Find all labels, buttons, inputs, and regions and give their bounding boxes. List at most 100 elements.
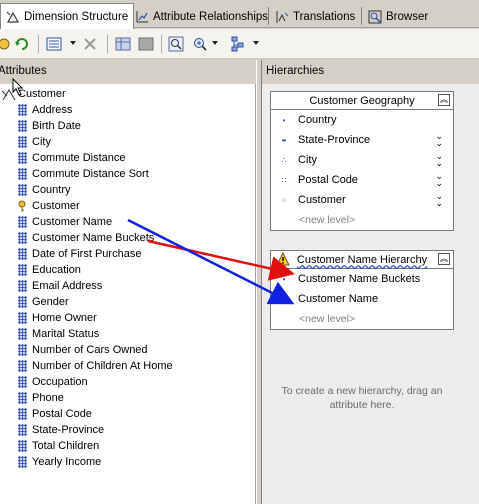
list-item[interactable]: Gender bbox=[18, 294, 173, 310]
attribute-label: Education bbox=[32, 264, 81, 276]
hierarchy-level[interactable]: • Country bbox=[271, 110, 453, 130]
hierarchy-level[interactable]: ∷ Postal Code ⌄ ⌄ bbox=[271, 170, 453, 190]
relationship-chevron-icon: ⌄ ⌄ bbox=[435, 191, 443, 208]
new-hierarchy-hint: To create a new hierarchy, drag an attri… bbox=[281, 385, 443, 411]
attribute-label: Gender bbox=[32, 296, 69, 308]
browser-icon bbox=[368, 10, 382, 24]
level-label: Customer bbox=[298, 194, 346, 206]
tab-separator bbox=[268, 7, 269, 25]
chevron-down-icon[interactable] bbox=[212, 41, 218, 45]
attribute-label: Marital Status bbox=[32, 328, 100, 340]
tab-browser[interactable]: Browser bbox=[363, 6, 433, 28]
level-label: Postal Code bbox=[298, 174, 358, 186]
list-item[interactable]: Phone bbox=[18, 390, 173, 406]
tab-label: Attribute Relationships bbox=[153, 11, 269, 23]
attribute-label: Address bbox=[32, 104, 73, 116]
relationship-chevron-icon: ⌄ ⌄ bbox=[435, 151, 443, 168]
tab-separator bbox=[361, 7, 362, 25]
level-1-icon: • bbox=[282, 274, 286, 284]
process-icon[interactable] bbox=[0, 36, 12, 52]
list-item[interactable]: Commute Distance bbox=[18, 150, 173, 166]
list-item[interactable]: Occupation bbox=[18, 374, 173, 390]
list-item[interactable]: Address bbox=[18, 102, 173, 118]
tab-translations[interactable]: Translations bbox=[270, 6, 360, 28]
attribute-icon bbox=[18, 392, 27, 404]
hide-table-icon[interactable] bbox=[138, 36, 154, 52]
attribute-icon bbox=[18, 296, 27, 308]
list-item[interactable]: Email Address bbox=[18, 278, 173, 294]
zoom-icon[interactable] bbox=[168, 36, 184, 52]
list-item[interactable]: Number of Children At Home bbox=[18, 358, 173, 374]
list-item[interactable]: Date of First Purchase bbox=[18, 246, 173, 262]
zoom-options-icon[interactable] bbox=[192, 36, 208, 52]
tab-label: Dimension Structure bbox=[24, 10, 129, 23]
attribute-label: Email Address bbox=[32, 280, 103, 292]
level-label: State-Province bbox=[298, 134, 371, 146]
new-level-placeholder[interactable]: <new level> bbox=[271, 309, 453, 329]
attribute-label: City bbox=[32, 136, 51, 148]
level-label: Country bbox=[298, 114, 337, 126]
hierarchy-level[interactable]: •• Customer Name bbox=[271, 289, 453, 309]
warning-icon bbox=[276, 251, 290, 266]
tab-dimension-structure[interactable]: Dimension Structure bbox=[0, 3, 135, 29]
new-level-placeholder[interactable]: <new level> bbox=[271, 210, 453, 230]
hierarchy-customer-name[interactable]: Customer Name Hierarchy ︽ • Customer Nam… bbox=[270, 250, 454, 330]
list-item[interactable]: Customer Name Buckets bbox=[18, 230, 173, 246]
hierarchies-pane-header: Hierarchies bbox=[262, 60, 479, 84]
tab-label: Browser bbox=[386, 11, 429, 23]
attribute-icon bbox=[18, 216, 27, 228]
list-item[interactable]: Country bbox=[18, 182, 173, 198]
attribute-label: Postal Code bbox=[32, 408, 92, 420]
attribute-icon bbox=[18, 248, 27, 260]
attribute-icon bbox=[18, 456, 27, 468]
list-item[interactable]: Customer bbox=[18, 198, 173, 214]
refresh-icon[interactable] bbox=[14, 36, 30, 52]
designer-tab-bar: Dimension Structure Attribute Relationsh… bbox=[0, 0, 479, 29]
hierarchy-level[interactable]: •• State-Province ⌄ ⌄ bbox=[271, 130, 453, 150]
attribute-label: Commute Distance Sort bbox=[32, 168, 149, 180]
hierarchy-title[interactable]: Customer Name Hierarchy ︽ bbox=[271, 251, 453, 269]
list-item[interactable]: Marital Status bbox=[18, 326, 173, 342]
list-item[interactable]: Commute Distance Sort bbox=[18, 166, 173, 182]
hierarchy-customer-geography[interactable]: Customer Geography ︽ • Country •• State-… bbox=[270, 91, 454, 231]
attribute-label: Number of Cars Owned bbox=[32, 344, 148, 356]
attribute-icon bbox=[18, 376, 27, 388]
hierarchy-level[interactable]: • Customer Name Buckets bbox=[271, 269, 453, 289]
relationship-chevron-icon: ⌄ ⌄ bbox=[435, 171, 443, 188]
attribute-label: State-Province bbox=[32, 424, 105, 436]
chevron-down-icon[interactable] bbox=[253, 41, 259, 45]
level-label: Customer Name Buckets bbox=[298, 273, 421, 285]
list-item[interactable]: Yearly Income bbox=[18, 454, 173, 470]
new-hierarchy-icon[interactable] bbox=[46, 36, 62, 52]
level-2-icon: •• bbox=[281, 135, 287, 145]
list-item[interactable]: Customer Name bbox=[18, 214, 173, 230]
list-item[interactable]: Birth Date bbox=[18, 118, 173, 134]
list-item[interactable]: Postal Code bbox=[18, 406, 173, 422]
collapse-chevron-icon[interactable]: ︽ bbox=[438, 94, 450, 106]
dimension-root-label: Customer bbox=[18, 88, 66, 100]
toolbar-separator bbox=[38, 35, 39, 53]
list-item[interactable]: Education bbox=[18, 262, 173, 278]
hierarchy-level[interactable]: ∴ City ⌄ ⌄ bbox=[271, 150, 453, 170]
hierarchy-title[interactable]: Customer Geography ︽ bbox=[271, 92, 453, 110]
list-item[interactable]: Number of Cars Owned bbox=[18, 342, 173, 358]
chevron-down-icon[interactable] bbox=[70, 41, 76, 45]
hierarchies-header-label: Hierarchies bbox=[266, 65, 325, 77]
level-1-icon: • bbox=[282, 115, 286, 125]
delete-icon[interactable] bbox=[82, 36, 98, 52]
key-attribute-icon bbox=[18, 200, 27, 212]
collapse-chevron-icon[interactable]: ︽ bbox=[438, 253, 450, 265]
hierarchy-level[interactable]: ⁘ Customer ⌄ ⌄ bbox=[271, 190, 453, 210]
attribute-icon bbox=[18, 424, 27, 436]
tab-attribute-relationships[interactable]: Attribute Relationships bbox=[130, 6, 273, 28]
toolbar-separator bbox=[107, 35, 108, 53]
attribute-relationships-icon bbox=[135, 10, 149, 24]
list-item[interactable]: Home Owner bbox=[18, 310, 173, 326]
list-item[interactable]: City bbox=[18, 134, 173, 150]
list-item[interactable]: Total Children bbox=[18, 438, 173, 454]
layout-icon[interactable] bbox=[230, 36, 246, 52]
level-label: Customer Name bbox=[298, 293, 379, 305]
show-table-icon[interactable] bbox=[115, 36, 131, 52]
list-item[interactable]: State-Province bbox=[18, 422, 173, 438]
attribute-label: Birth Date bbox=[32, 120, 81, 132]
